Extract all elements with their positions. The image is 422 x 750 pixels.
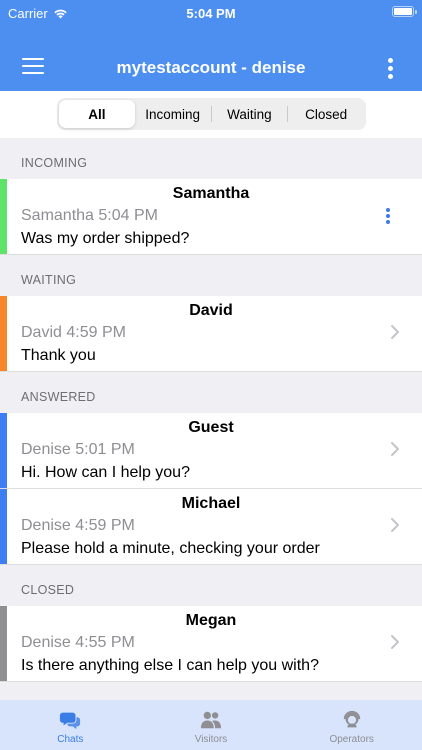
chat-meta: Denise 4:55 PM [21, 634, 135, 651]
chat-row[interactable]: Michael Denise 4:59 PM Please hold a min… [0, 489, 422, 565]
chat-meta: Denise 4:59 PM [21, 517, 135, 534]
chevron-right-icon [391, 518, 399, 532]
section-header-answered: ANSWERED [21, 390, 96, 404]
operators-icon [343, 710, 360, 728]
chat-last-message: Thank you [21, 347, 96, 364]
tab-visitors[interactable]: Visitors [141, 700, 282, 750]
filter-bar: All Incoming Waiting Closed [0, 91, 422, 138]
segment-waiting[interactable]: Waiting [212, 100, 288, 128]
chat-meta: Denise 5:01 PM [21, 441, 135, 458]
chat-last-message: Was my order shipped? [21, 230, 190, 247]
navigation-bar: mytestaccount - denise [0, 46, 422, 90]
chats-icon [60, 712, 81, 730]
more-options-icon[interactable] [388, 58, 394, 80]
chat-last-message: Hi. How can I help you? [21, 464, 190, 481]
status-time: 5:04 PM [186, 6, 236, 21]
tab-label: Visitors [194, 734, 228, 745]
chevron-right-icon [391, 325, 399, 339]
tab-label: Chats [57, 734, 84, 745]
battery-icon [392, 6, 417, 17]
chevron-right-icon [391, 442, 399, 456]
chat-row[interactable]: David David 4:59 PM Thank you [0, 296, 422, 372]
segment-incoming[interactable]: Incoming [135, 100, 211, 128]
chat-last-message: Is there anything else I can help you wi… [21, 657, 319, 674]
more-icon[interactable] [386, 208, 391, 228]
tab-bar: Chats Visitors Operators [0, 700, 422, 750]
chevron-right-icon [391, 635, 399, 649]
segment-closed[interactable]: Closed [288, 100, 364, 128]
tab-label: Operators [329, 734, 374, 745]
status-bar: Carrier 5:04 PM [0, 0, 422, 26]
chat-meta: David 4:59 PM [21, 324, 126, 341]
chat-visitor-name: Samantha [172, 185, 250, 202]
page-title: mytestaccount - denise [116, 58, 306, 77]
chat-visitor-name: Michael [181, 495, 241, 512]
chat-list: INCOMING Samantha Samantha 5:04 PM Was m… [0, 138, 422, 682]
visitors-icon [200, 711, 222, 729]
chat-last-message: Please hold a minute, checking your orde… [21, 540, 320, 557]
filter-segmented-control: All Incoming Waiting Closed [57, 98, 366, 130]
section-header-closed: CLOSED [21, 583, 75, 597]
tab-operators[interactable]: Operators [281, 700, 422, 750]
chat-visitor-name: David [189, 302, 233, 319]
tab-chats[interactable]: Chats [0, 700, 141, 750]
segment-all[interactable]: All [59, 100, 135, 128]
chat-visitor-name: Megan [185, 612, 237, 629]
chat-row[interactable]: Samantha Samantha 5:04 PM Was my order s… [0, 179, 422, 255]
section-header-waiting: WAITING [21, 273, 77, 287]
chat-row[interactable]: Guest Denise 5:01 PM Hi. How can I help … [0, 413, 422, 489]
chat-visitor-name: Guest [188, 419, 234, 436]
chat-meta: Samantha 5:04 PM [21, 207, 158, 224]
chat-row[interactable]: Megan Denise 4:55 PM Is there anything e… [0, 606, 422, 682]
section-header-incoming: INCOMING [21, 156, 88, 170]
app-header: Carrier 5:04 PM mytestaccount - denise [0, 0, 422, 91]
